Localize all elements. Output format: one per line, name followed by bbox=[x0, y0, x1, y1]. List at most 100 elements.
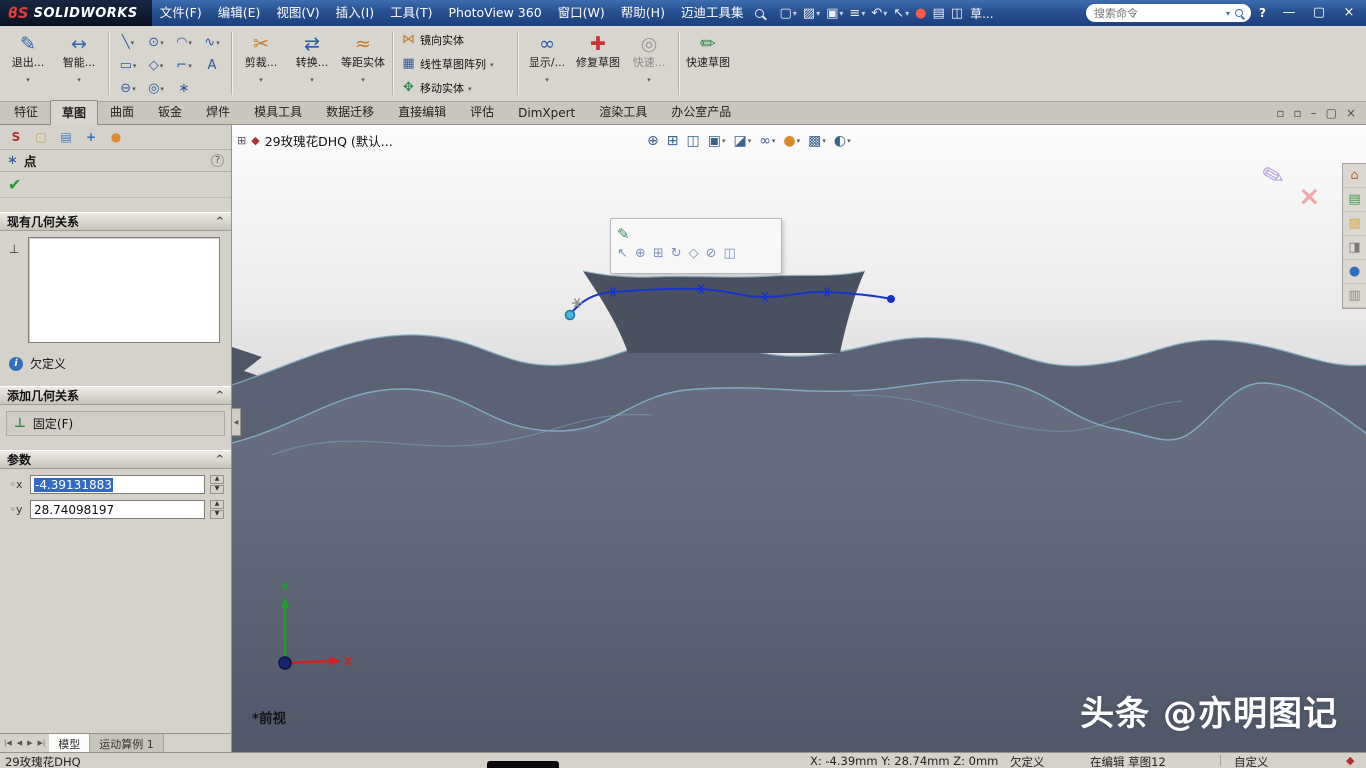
text-icon[interactable]: A bbox=[198, 54, 226, 77]
tab-motion-study[interactable]: 运动算例 1 bbox=[90, 734, 164, 752]
open-icon[interactable]: ▨ bbox=[802, 6, 821, 21]
collapse-icon[interactable]: ^ bbox=[216, 454, 224, 465]
custom-properties-icon[interactable]: ▥ bbox=[1343, 284, 1366, 308]
tab-dimxpert[interactable]: DimXpert bbox=[506, 102, 587, 124]
view-palette-icon[interactable]: ◨ bbox=[1343, 236, 1366, 260]
menu-tools[interactable]: 工具(T) bbox=[382, 0, 440, 26]
undo-icon[interactable]: ↶ bbox=[870, 6, 888, 21]
edit-appearance-icon[interactable]: ● bbox=[783, 133, 800, 149]
offset-entities-button[interactable]: ≈ 等距实体 bbox=[339, 29, 387, 98]
relations-listbox[interactable] bbox=[28, 237, 220, 343]
sketch-icon[interactable]: ✎ bbox=[617, 225, 630, 243]
design-tree-icon[interactable]: S bbox=[7, 128, 25, 146]
document-minimize-button[interactable]: – bbox=[1311, 106, 1317, 120]
zoom-fit-icon[interactable]: ⊕ bbox=[647, 133, 659, 149]
rose-model[interactable] bbox=[232, 271, 1366, 752]
file-explorer-icon[interactable]: ▨ bbox=[1343, 212, 1366, 236]
prev-tab-icon[interactable]: ◀ bbox=[15, 739, 24, 747]
fillet-icon[interactable]: ⌐ bbox=[170, 54, 198, 77]
search-input[interactable] bbox=[1094, 7, 1221, 20]
zoom-area-icon[interactable]: ⊞ bbox=[653, 246, 664, 261]
display-style-icon[interactable]: ◪ bbox=[733, 133, 751, 149]
tab-data-migration[interactable]: 数据迁移 bbox=[314, 99, 386, 124]
help-icon[interactable]: ? bbox=[211, 154, 224, 167]
point-icon[interactable]: ∗ bbox=[170, 77, 198, 100]
dropdown-arrow-icon[interactable] bbox=[545, 71, 549, 85]
menu-search-icon[interactable] bbox=[755, 9, 764, 18]
select-icon[interactable]: ↖ bbox=[892, 6, 910, 21]
dimxpert-icon[interactable]: + bbox=[82, 128, 100, 146]
hide-show-items-icon[interactable]: ∞ bbox=[759, 133, 775, 149]
view-orientation-icon[interactable]: ▣ bbox=[708, 133, 726, 149]
select-icon[interactable]: ↖ bbox=[617, 246, 628, 261]
confirm-check-icon[interactable]: ✔ bbox=[8, 175, 21, 194]
help-button[interactable]: ? bbox=[1259, 6, 1266, 20]
x-coordinate-input[interactable]: -4.39131883 bbox=[30, 475, 205, 494]
design-library-icon[interactable]: ▤ bbox=[1343, 188, 1366, 212]
configurations-icon[interactable]: ▤ bbox=[57, 128, 75, 146]
resources-home-icon[interactable]: ⌂ bbox=[1343, 164, 1366, 188]
tab-mold-tools[interactable]: 模具工具 bbox=[242, 99, 314, 124]
zoom-fit-icon[interactable]: ⊕ bbox=[635, 246, 646, 261]
print-icon[interactable]: ≡ bbox=[848, 6, 866, 21]
model-canvas[interactable]: Y X bbox=[232, 125, 1366, 752]
move-entities-button[interactable]: ✥ 移动实体 bbox=[398, 78, 512, 98]
tile-windows-icon[interactable]: ▫ bbox=[1293, 106, 1301, 120]
polygon-icon[interactable]: ◇ bbox=[142, 54, 170, 77]
view-settings-icon[interactable]: ◐ bbox=[834, 133, 851, 149]
document-close-button[interactable]: × bbox=[1346, 106, 1356, 120]
cancel-sketch-icon[interactable]: × bbox=[1298, 181, 1321, 212]
save-icon[interactable]: ▣ bbox=[825, 6, 844, 21]
circle-icon[interactable]: ⊙ bbox=[142, 31, 170, 54]
rotate-view-icon[interactable]: ↻ bbox=[671, 246, 682, 261]
tab-sheet-metal[interactable]: 钣金 bbox=[146, 99, 194, 124]
display-relations-button[interactable]: ∞ 显示/... bbox=[523, 29, 571, 98]
search-icon[interactable] bbox=[1235, 9, 1243, 17]
cascade-windows-icon[interactable]: ▫ bbox=[1276, 106, 1284, 120]
dropdown-arrow-icon[interactable] bbox=[490, 57, 494, 70]
part-name[interactable]: 29玫瑰花DHQ (默认... bbox=[265, 131, 393, 150]
menu-window[interactable]: 窗口(W) bbox=[550, 0, 613, 26]
quick-access-extra-label[interactable]: 草... bbox=[970, 5, 993, 22]
spline-icon[interactable]: ∿ bbox=[198, 31, 226, 54]
collapse-panel-icon[interactable]: ◀ bbox=[234, 419, 239, 426]
tab-render-tools[interactable]: 渲染工具 bbox=[587, 99, 659, 124]
document-restore-button[interactable]: ▢ bbox=[1326, 106, 1337, 120]
command-search-box[interactable]: ▾ bbox=[1086, 4, 1251, 22]
smart-dimension-button[interactable]: ↔ 智能... bbox=[55, 29, 103, 98]
last-tab-icon[interactable]: ▶| bbox=[36, 739, 48, 747]
convert-entities-button[interactable]: ⇄ 转换... bbox=[288, 29, 336, 98]
section-view-icon[interactable]: ◫ bbox=[686, 133, 699, 149]
zoom-area-icon[interactable]: ⊞ bbox=[667, 133, 679, 149]
new-document-icon[interactable]: ▢ bbox=[778, 6, 797, 21]
search-dropdown-icon[interactable]: ▾ bbox=[1226, 9, 1230, 18]
tab-features[interactable]: 特征 bbox=[2, 99, 50, 124]
arc-icon[interactable]: ◠ bbox=[170, 31, 198, 54]
trim-entities-button[interactable]: ✂ 剪裁... bbox=[237, 29, 285, 98]
linear-sketch-pattern-button[interactable]: ▦ 线性草图阵列 bbox=[398, 54, 512, 74]
exit-sketch-button[interactable]: ✎ 退出... bbox=[4, 29, 52, 98]
rectangle-icon[interactable]: ▭ bbox=[114, 54, 142, 77]
tab-evaluate[interactable]: 评估 bbox=[458, 99, 506, 124]
tab-sketch[interactable]: 草图 bbox=[50, 100, 98, 125]
tab-weldments[interactable]: 焊件 bbox=[194, 99, 242, 124]
slot-icon[interactable]: ⊖ bbox=[114, 77, 142, 100]
menu-maidi-tools[interactable]: 迈迪工具集 bbox=[673, 0, 752, 26]
window-icon[interactable]: ◫ bbox=[950, 6, 964, 21]
y-coordinate-input[interactable]: 28.74098197 bbox=[30, 500, 205, 519]
dropdown-arrow-icon[interactable] bbox=[77, 71, 81, 85]
dropdown-arrow-icon[interactable] bbox=[361, 71, 365, 85]
status-custom-label[interactable]: 自定义 bbox=[1234, 754, 1269, 768]
tree-expand-icon[interactable]: ⊞ bbox=[237, 134, 246, 147]
dropdown-arrow-icon[interactable] bbox=[647, 71, 651, 85]
line-icon[interactable]: ╲ bbox=[114, 31, 142, 54]
selected-sketch-point[interactable] bbox=[566, 311, 575, 320]
section-view-icon[interactable]: ◫ bbox=[724, 246, 736, 261]
menu-edit[interactable]: 编辑(E) bbox=[210, 0, 269, 26]
close-button[interactable]: × bbox=[1334, 0, 1364, 26]
menu-view[interactable]: 视图(V) bbox=[268, 0, 327, 26]
maximize-button[interactable]: ▢ bbox=[1304, 0, 1334, 26]
first-tab-icon[interactable]: |◀ bbox=[2, 739, 14, 747]
graphics-area[interactable]: Y X ⊞ ◆ 29玫瑰花DHQ (默认... ⊕ ⊞ ◫ ▣ ◪ ∞ ● bbox=[232, 125, 1366, 752]
measure-icon[interactable]: ⊘ bbox=[706, 246, 717, 261]
